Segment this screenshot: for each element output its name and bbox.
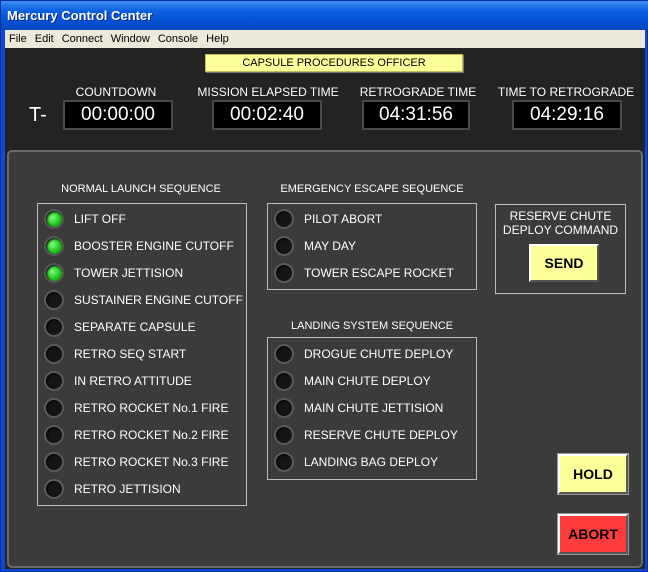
- indicator-row: RETRO ROCKET No.2 FIRE: [44, 424, 228, 446]
- menu-window[interactable]: Window: [107, 30, 154, 48]
- reserve-chute-label: RESERVE CHUTE DEPLOY COMMAND: [496, 209, 625, 237]
- indicator-light-off-icon: [274, 452, 294, 472]
- retrograde-time-display: 04:31:56: [362, 100, 470, 130]
- indicator-light-off-icon: [44, 425, 64, 445]
- menu-help[interactable]: Help: [202, 30, 233, 48]
- indicator-light-off-icon: [44, 344, 64, 364]
- indicator-light-off-icon: [274, 398, 294, 418]
- mission-elapsed-label: MISSION ELAPSED TIME: [197, 85, 339, 99]
- countdown-label: COUNTDOWN: [75, 85, 157, 99]
- indicator-light-off-icon: [274, 371, 294, 391]
- indicator-row: MAIN CHUTE JETTISION: [274, 397, 443, 419]
- indicator-label: TOWER ESCAPE ROCKET: [304, 266, 454, 280]
- indicator-label: RETRO JETTISION: [74, 482, 181, 496]
- indicator-row: MAIN CHUTE DEPLOY: [274, 370, 431, 392]
- abort-button[interactable]: ABORT: [557, 513, 629, 555]
- indicator-row: MAY DAY: [274, 235, 356, 257]
- indicator-row: TOWER ESCAPE ROCKET: [274, 262, 454, 284]
- indicator-label: RESERVE CHUTE DEPLOY: [304, 428, 458, 442]
- indicator-row: RETRO SEQ START: [44, 343, 186, 365]
- window-title: Mercury Control Center: [1, 1, 648, 30]
- emergency-escape-title: EMERGENCY ESCAPE SEQUENCE: [280, 183, 464, 195]
- indicator-label: RETRO ROCKET No.1 FIRE: [74, 401, 229, 415]
- indicator-light-off-icon: [274, 425, 294, 445]
- indicator-row: TOWER JETTISION: [44, 262, 183, 284]
- indicator-label: IN RETRO ATTITUDE: [74, 374, 192, 388]
- hold-button[interactable]: HOLD: [557, 453, 629, 495]
- indicator-label: LANDING BAG DEPLOY: [304, 455, 439, 469]
- time-to-retrograde-display: 04:29:16: [512, 100, 622, 130]
- menu-file[interactable]: File: [5, 30, 31, 48]
- indicator-light-on-icon: [44, 236, 64, 256]
- send-button[interactable]: SEND: [529, 244, 599, 282]
- indicator-row: RETRO JETTISION: [44, 478, 181, 500]
- indicator-light-off-icon: [44, 398, 64, 418]
- indicator-row: RETRO ROCKET No.3 FIRE: [44, 451, 228, 473]
- officer-label: CAPSULE PROCEDURES OFFICER: [205, 54, 463, 72]
- indicator-light-off-icon: [274, 209, 294, 229]
- indicator-row: DROGUE CHUTE DEPLOY: [274, 343, 453, 365]
- menu-edit[interactable]: Edit: [31, 30, 58, 48]
- indicator-label: TOWER JETTISION: [74, 266, 184, 280]
- indicator-light-off-icon: [44, 479, 64, 499]
- indicator-light-off-icon: [44, 290, 64, 310]
- indicator-light-off-icon: [44, 452, 64, 472]
- client-area: CAPSULE PROCEDURES OFFICER T- COUNTDOWN …: [5, 48, 645, 569]
- indicator-row: SEPARATE CAPSULE: [44, 316, 196, 338]
- reserve-chute-line1: RESERVE CHUTE: [509, 209, 612, 223]
- reserve-chute-line2: DEPLOY COMMAND: [502, 223, 619, 237]
- indicator-label: MAIN CHUTE DEPLOY: [304, 374, 431, 388]
- time-to-retrograde-label: TIME TO RETROGRADE: [497, 85, 635, 99]
- app-window: Mercury Control Center File Edit Connect Wi…: [0, 0, 648, 572]
- normal-launch-title: NORMAL LAUNCH SEQUENCE: [61, 183, 221, 195]
- indicator-row: LIFT OFF: [44, 208, 126, 230]
- indicator-light-off-icon: [274, 236, 294, 256]
- indicator-row: SUSTAINER ENGINE CUTOFF: [44, 289, 243, 311]
- indicator-label: DROGUE CHUTE DEPLOY: [304, 347, 454, 361]
- t-minus-label: T-: [29, 104, 47, 126]
- menu-bar: File Edit Connect Window Console Help: [5, 30, 645, 48]
- retrograde-time-label: RETROGRADE TIME: [359, 85, 477, 99]
- indicator-row: PILOT ABORT: [274, 208, 382, 230]
- normal-launch-group: LIFT OFF BOOSTER ENGINE CUTOFF TOWER JETTI…: [37, 203, 247, 506]
- indicator-row: IN RETRO ATTITUDE: [44, 370, 192, 392]
- indicator-label: LIFT OFF: [74, 212, 126, 226]
- indicator-row: BOOSTER ENGINE CUTOFF: [44, 235, 234, 257]
- indicator-label: BOOSTER ENGINE CUTOFF: [74, 239, 234, 253]
- indicator-label: SUSTAINER ENGINE CUTOFF: [74, 293, 243, 307]
- mission-elapsed-display: 00:02:40: [212, 100, 322, 130]
- indicator-row: RETRO ROCKET No.1 FIRE: [44, 397, 228, 419]
- menu-connect[interactable]: Connect: [58, 30, 107, 48]
- indicator-light-on-icon: [44, 263, 64, 283]
- indicator-row: RESERVE CHUTE DEPLOY: [274, 424, 458, 446]
- indicator-light-off-icon: [44, 317, 64, 337]
- landing-system-group: DROGUE CHUTE DEPLOY MAIN CHUTE DEPLOY MAIN…: [267, 337, 477, 480]
- indicator-light-off-icon: [274, 263, 294, 283]
- countdown-display: 00:00:00: [63, 100, 173, 130]
- indicator-label: MAY DAY: [304, 239, 357, 253]
- indicator-row: LANDING BAG DEPLOY: [274, 451, 438, 473]
- emergency-escape-group: PILOT ABORT MAY DAY TOWER ESCAPE ROCKET: [267, 203, 477, 290]
- landing-system-title: LANDING SYSTEM SEQUENCE: [291, 320, 453, 332]
- control-panel: NORMAL LAUNCH SEQUENCE LIFT OFF BOOSTER E…: [7, 150, 643, 568]
- indicator-label: RETRO SEQ START: [74, 347, 187, 361]
- menu-console[interactable]: Console: [154, 30, 202, 48]
- indicator-light-on-icon: [44, 209, 64, 229]
- indicator-label: RETRO ROCKET No.2 FIRE: [74, 428, 229, 442]
- indicator-label: SEPARATE CAPSULE: [74, 320, 196, 334]
- indicator-label: MAIN CHUTE JETTISION: [304, 401, 444, 415]
- indicator-label: RETRO ROCKET No.3 FIRE: [74, 455, 229, 469]
- indicator-light-off-icon: [274, 344, 294, 364]
- indicator-label: PILOT ABORT: [304, 212, 383, 226]
- indicator-light-off-icon: [44, 371, 64, 391]
